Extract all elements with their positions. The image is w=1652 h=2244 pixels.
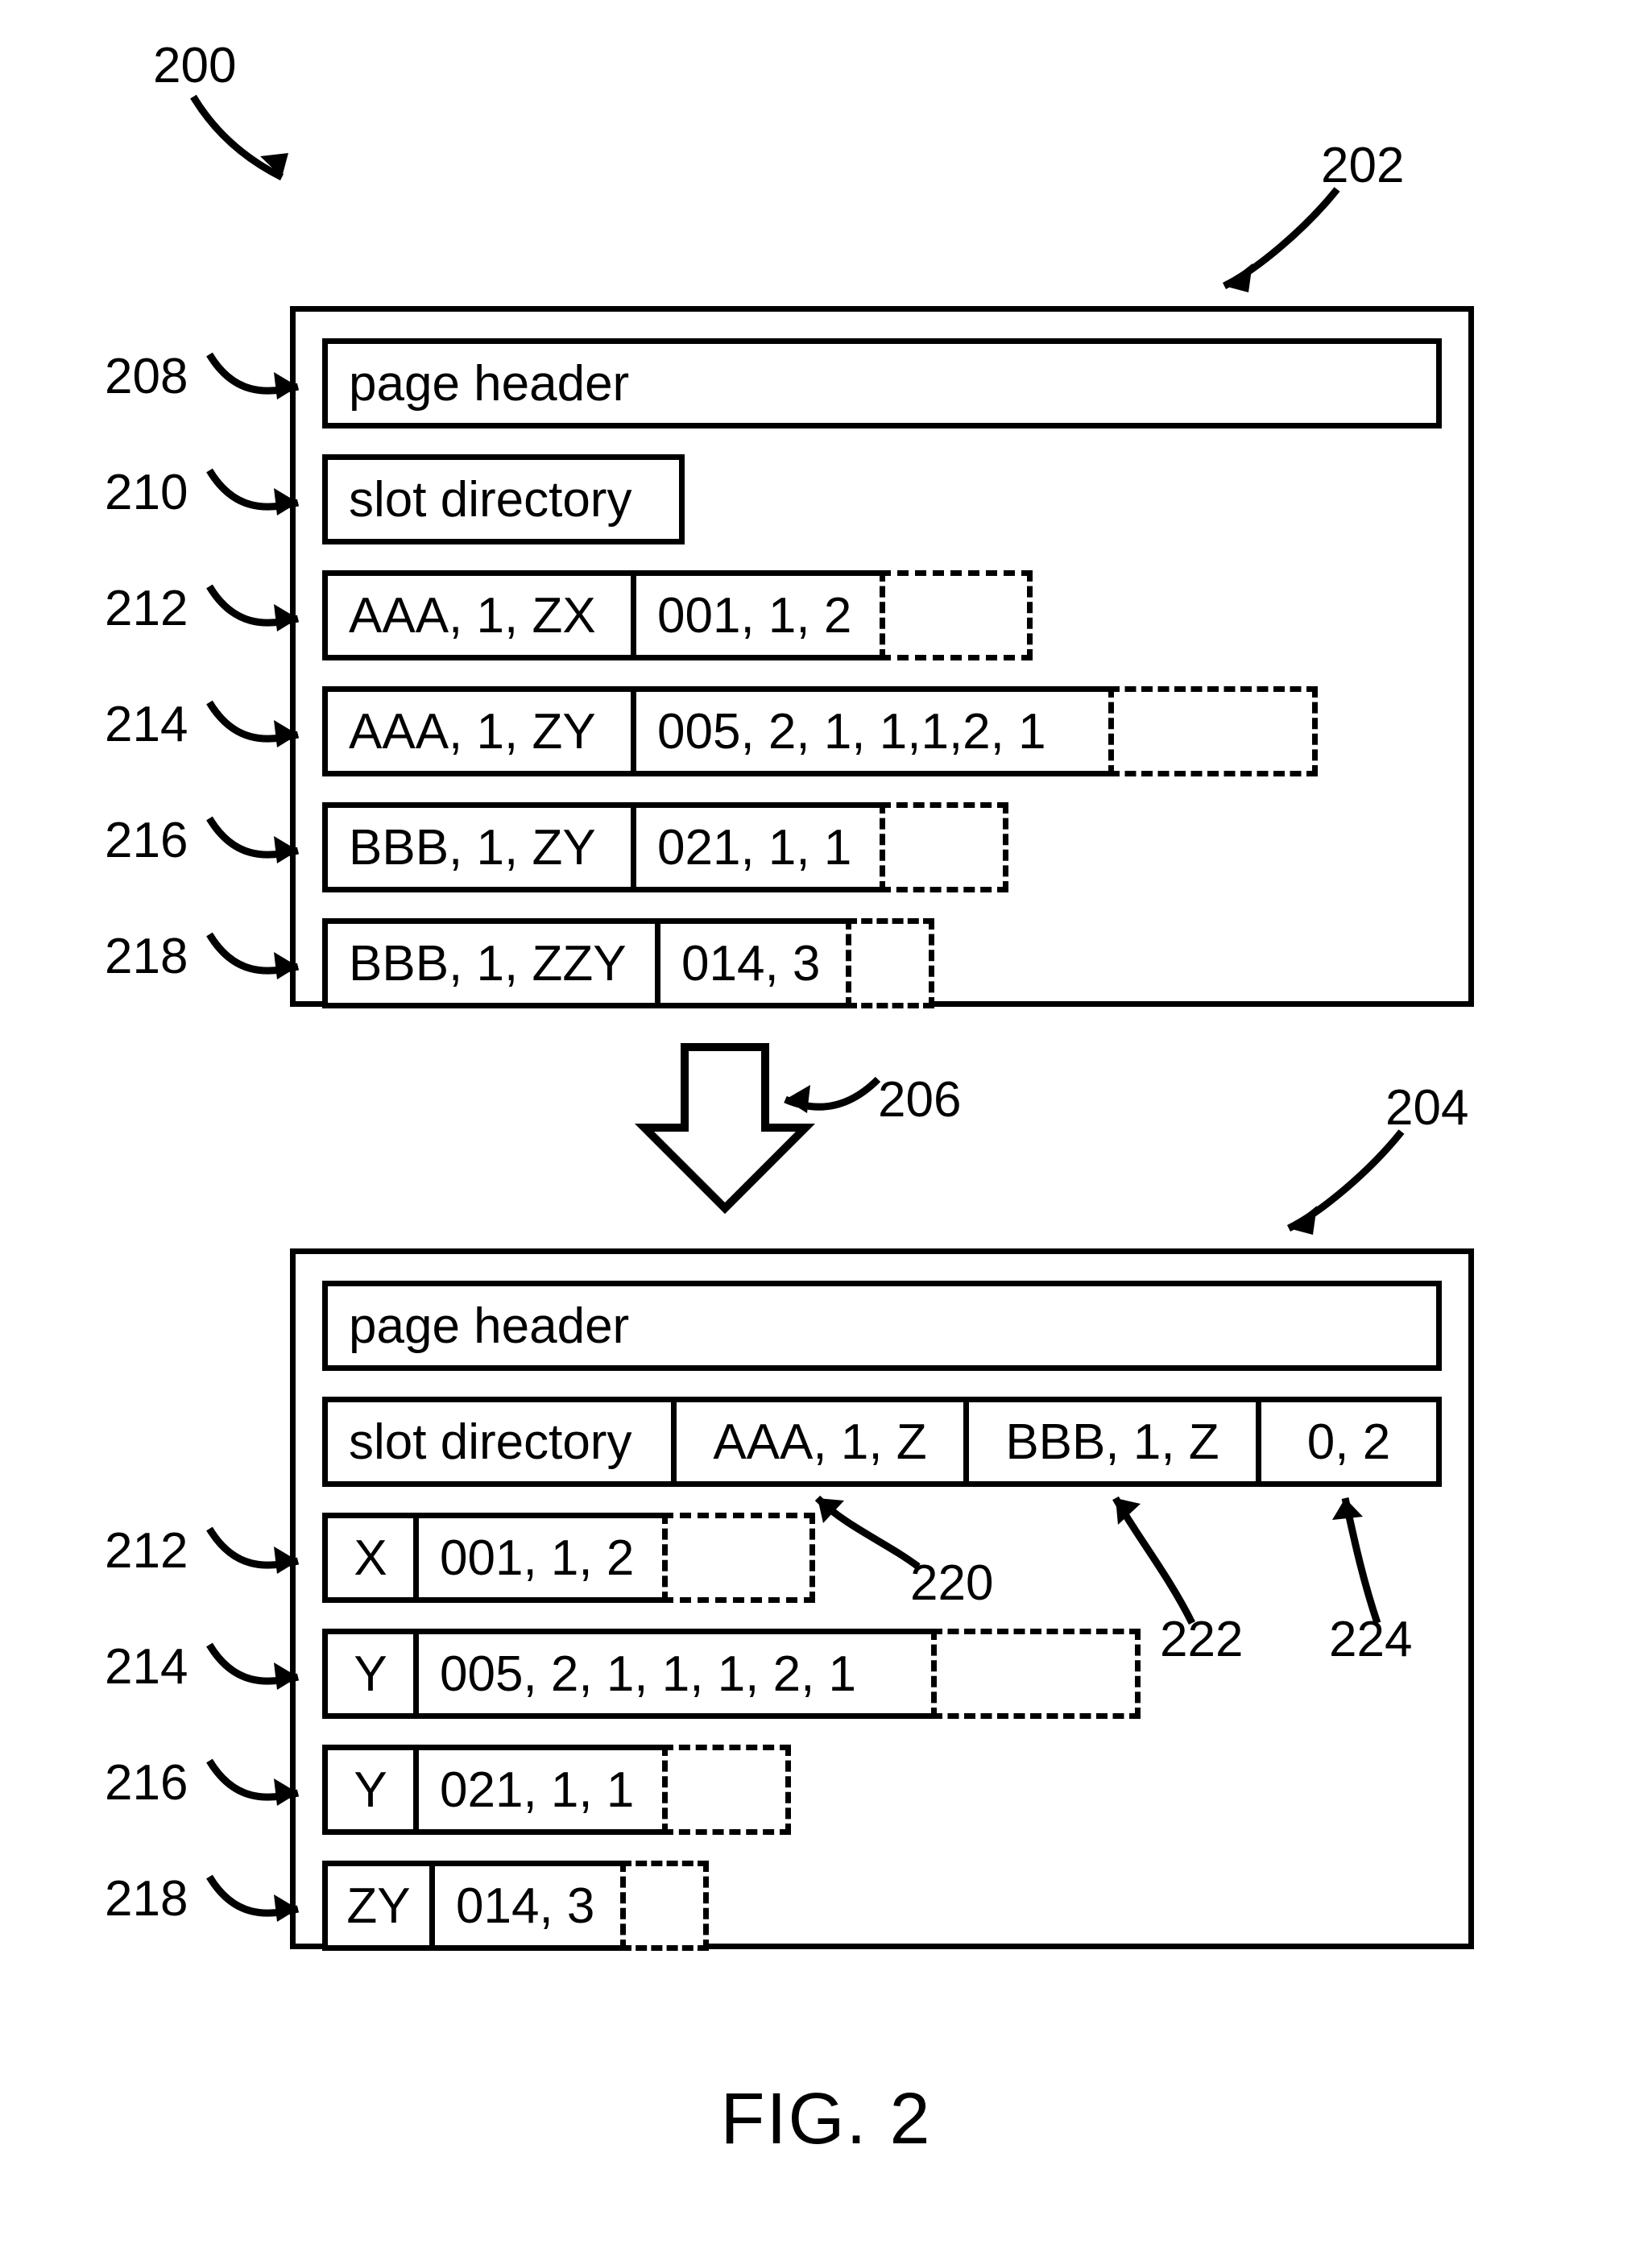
row-val: 001, 1, 2 (413, 1513, 668, 1603)
bottom-row-212: X 001, 1, 2 (322, 1513, 815, 1603)
ref-218b: 218 (105, 1870, 188, 1927)
bottom-row-216: Y 021, 1, 1 (322, 1745, 791, 1835)
row-val: 005, 2, 1, 1, 1, 2, 1 (413, 1629, 937, 1719)
ptr-206 (773, 1063, 890, 1140)
top-row-214: AAA, 1, ZY 005, 2, 1, 1,1,2, 1 (322, 686, 1318, 776)
row-key: AAA, 1, ZY (322, 686, 636, 776)
ptr-216b (201, 1753, 322, 1825)
ref-218: 218 (105, 928, 188, 985)
ptr-212t (201, 578, 322, 651)
figure-page: 200 202 page header slot directory AAA, … (0, 0, 1652, 2244)
top-slot-directory: slot directory (322, 454, 685, 544)
row-key: AAA, 1, ZX (322, 570, 636, 660)
top-slot-directory-row: slot directory (322, 454, 685, 544)
ptr-210 (201, 462, 322, 535)
pointer-204 (1273, 1124, 1434, 1261)
ptr-222 (1103, 1486, 1224, 1635)
figure-caption: FIG. 2 (0, 2078, 1652, 2161)
ref-214b: 214 (105, 1638, 188, 1695)
row-slack (880, 570, 1033, 660)
ptr-212b (201, 1521, 322, 1593)
row-slack (931, 1629, 1141, 1719)
row-slack (846, 918, 934, 1008)
bottom-row-218: ZY 014, 3 (322, 1861, 709, 1951)
row-slack (880, 802, 1008, 892)
ptr-220 (805, 1486, 942, 1583)
ptr-214b (201, 1637, 322, 1709)
row-slack (662, 1745, 791, 1835)
row-val: 005, 2, 1, 1,1,2, 1 (631, 686, 1114, 776)
dir-entry-220: AAA, 1, Z (671, 1397, 969, 1487)
ptr-224 (1321, 1486, 1418, 1635)
ptr-218t (201, 926, 322, 999)
ref-200: 200 (153, 37, 236, 94)
row-key: Y (322, 1629, 419, 1719)
ptr-214t (201, 694, 322, 767)
top-page-header-row: page header (322, 338, 1442, 429)
ref-206: 206 (878, 1071, 961, 1128)
ptr-216t (201, 810, 322, 883)
ref-216b: 216 (105, 1754, 188, 1811)
top-row-216: BBB, 1, ZY 021, 1, 1 (322, 802, 1008, 892)
ptr-218b (201, 1869, 322, 1941)
top-row-212: AAA, 1, ZX 001, 1, 2 (322, 570, 1033, 660)
row-key: ZY (322, 1861, 435, 1951)
top-page-header: page header (322, 338, 1442, 429)
row-val: 021, 1, 1 (631, 802, 885, 892)
bottom-page-header-row: page header (322, 1281, 1442, 1371)
ref-212b: 212 (105, 1522, 188, 1579)
ref-208: 208 (105, 348, 188, 405)
top-row-218: BBB, 1, ZZY 014, 3 (322, 918, 934, 1008)
ref-214: 214 (105, 696, 188, 753)
row-val: 014, 3 (429, 1861, 626, 1951)
row-key: Y (322, 1745, 419, 1835)
dir-entry-224: 0, 2 (1256, 1397, 1442, 1487)
row-val: 001, 1, 2 (631, 570, 885, 660)
row-slack (1108, 686, 1318, 776)
ptr-208 (201, 346, 322, 419)
ref-212: 212 (105, 580, 188, 637)
row-slack (662, 1513, 815, 1603)
pointer-200 (177, 89, 338, 201)
row-val: 014, 3 (655, 918, 851, 1008)
row-key: BBB, 1, ZY (322, 802, 636, 892)
bottom-row-214: Y 005, 2, 1, 1, 1, 2, 1 (322, 1629, 1141, 1719)
row-key: BBB, 1, ZZY (322, 918, 660, 1008)
row-slack (620, 1861, 709, 1951)
ref-216: 216 (105, 812, 188, 869)
ref-210: 210 (105, 464, 188, 521)
bottom-slot-directory-row: slot directory AAA, 1, Z BBB, 1, Z 0, 2 (322, 1397, 1442, 1487)
pointer-202 (1208, 181, 1369, 318)
bottom-page-header: page header (322, 1281, 1442, 1371)
bottom-slot-directory: slot directory (322, 1397, 677, 1487)
row-key: X (322, 1513, 419, 1603)
dir-entry-222: BBB, 1, Z (963, 1397, 1261, 1487)
row-val: 021, 1, 1 (413, 1745, 668, 1835)
